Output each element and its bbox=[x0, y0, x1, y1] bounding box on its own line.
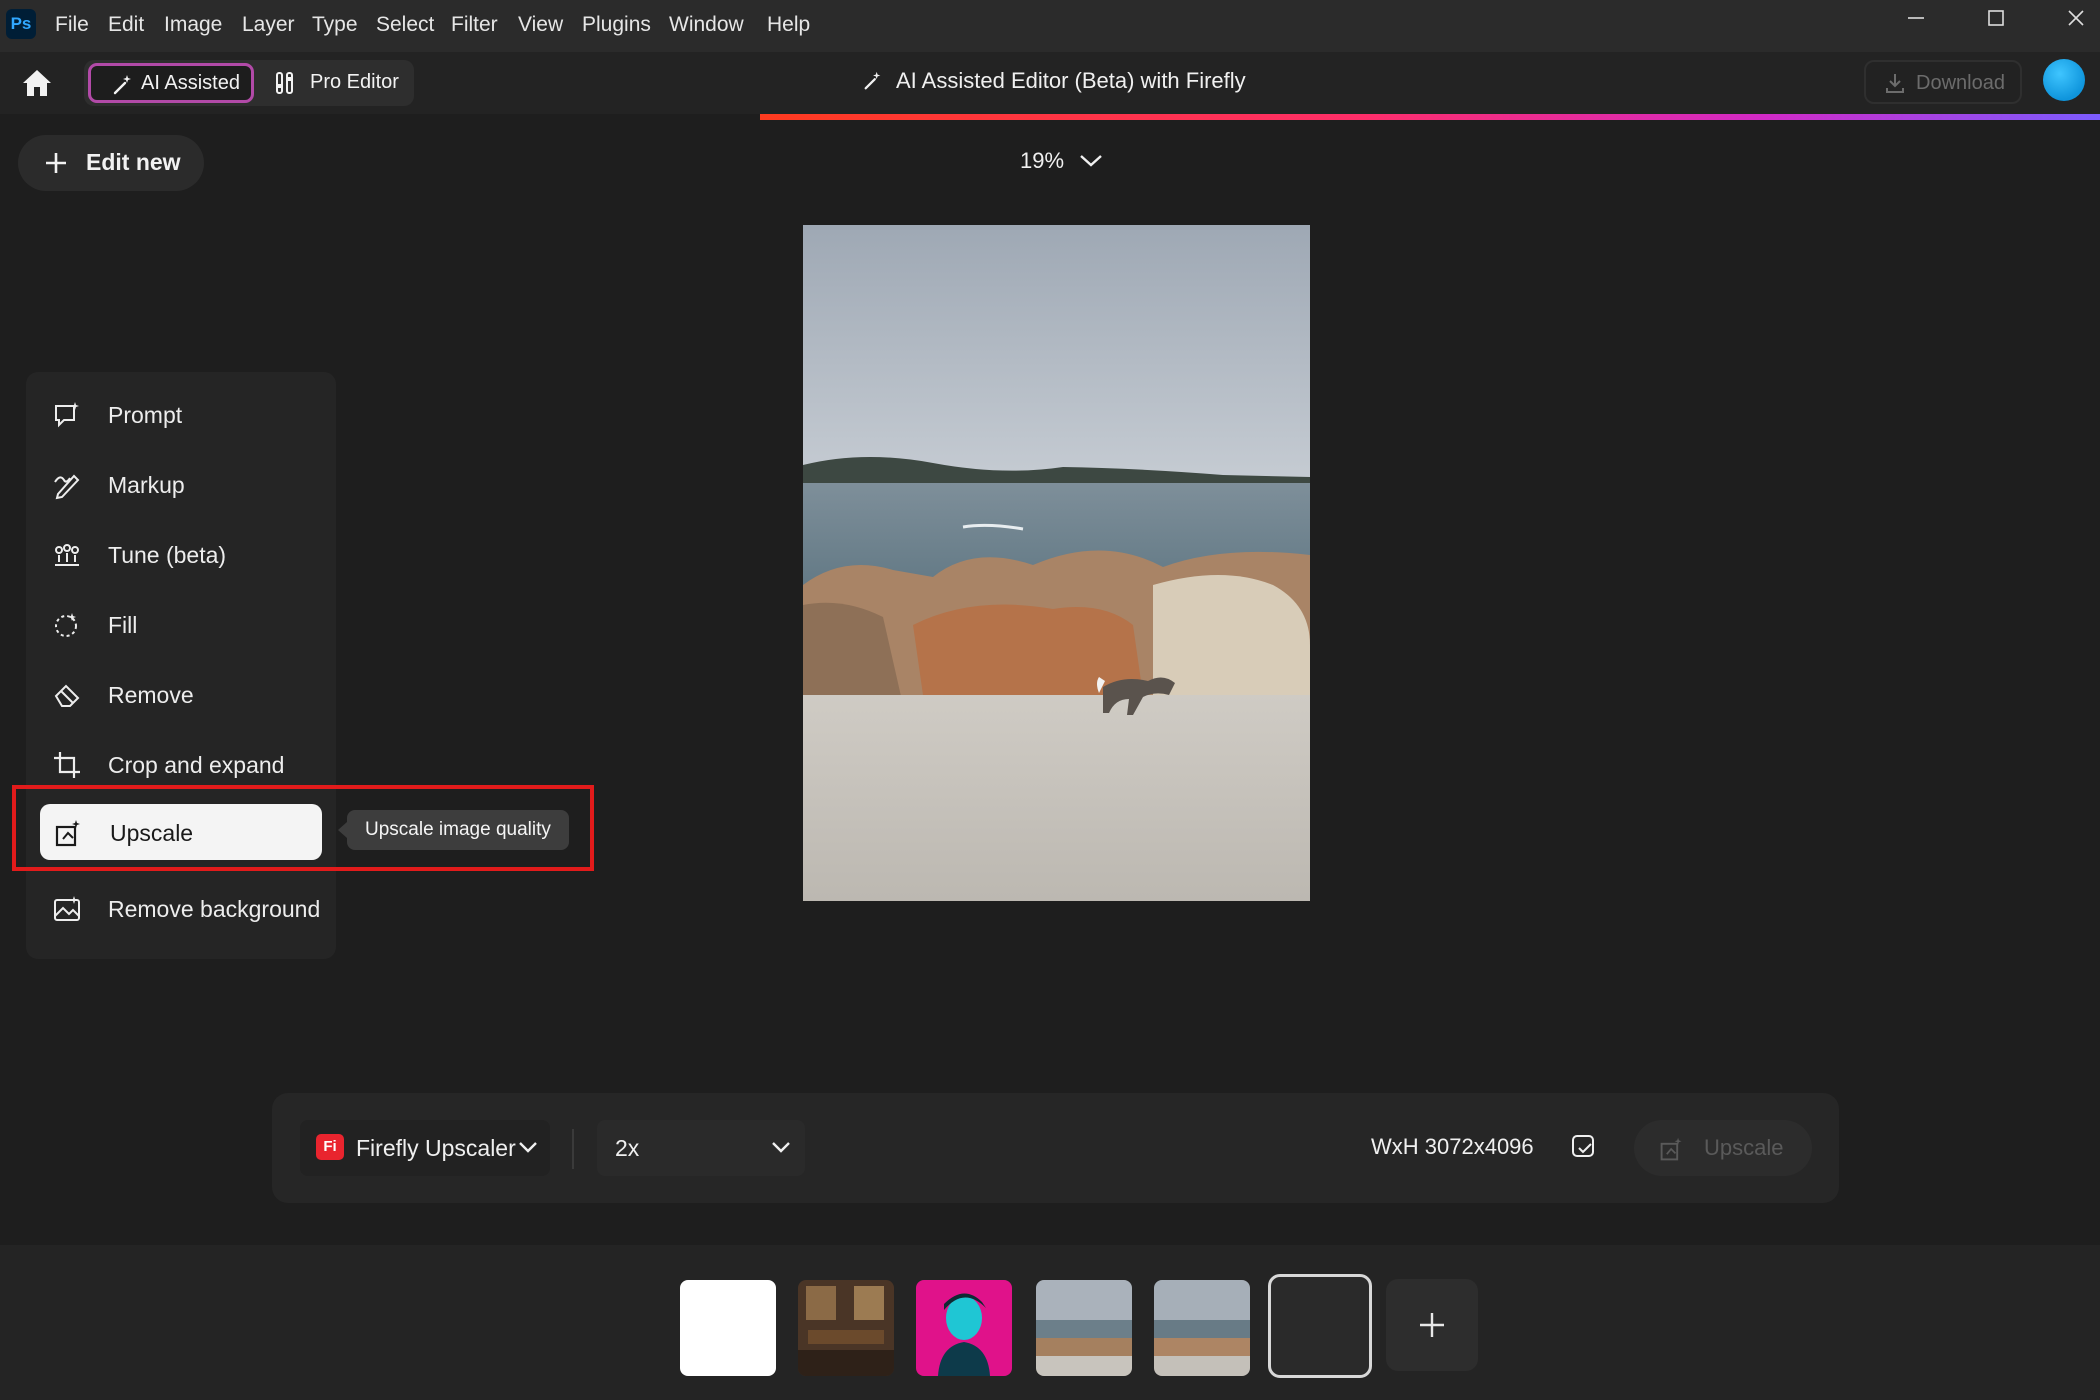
tool-remove-background-label: Remove background bbox=[108, 896, 321, 922]
menu-view[interactable]: View bbox=[518, 0, 563, 52]
plus-icon bbox=[1420, 1313, 1444, 1337]
tool-fill-label: Fill bbox=[108, 612, 138, 638]
tool-crop-expand[interactable]: Crop and expand bbox=[38, 736, 324, 792]
thumbnail-blank[interactable] bbox=[680, 1280, 776, 1376]
thumbnail-beach-1[interactable] bbox=[1036, 1280, 1132, 1376]
thumbnail-current[interactable] bbox=[1268, 1274, 1372, 1378]
download-button[interactable]: Download bbox=[1864, 60, 2022, 104]
menu-plugins[interactable]: Plugins bbox=[582, 0, 651, 52]
tool-tune-label: Tune (beta) bbox=[108, 542, 227, 568]
remove-icon bbox=[54, 684, 80, 707]
crop-icon bbox=[54, 752, 80, 778]
menu-edit[interactable]: Edit bbox=[108, 0, 144, 52]
tune-icon bbox=[55, 544, 79, 566]
pro-editor-label: Pro Editor bbox=[310, 71, 399, 93]
thumbnail-interior[interactable] bbox=[798, 1280, 894, 1376]
maximize-button[interactable] bbox=[1956, 0, 2036, 40]
beach-photo bbox=[1154, 1280, 1250, 1376]
menu-window[interactable]: Window bbox=[669, 0, 744, 52]
close-window-button[interactable] bbox=[2036, 0, 2100, 40]
model-dropdown[interactable]: Fi Firefly Upscaler bbox=[300, 1120, 550, 1176]
app-title: AI Assisted Editor (Beta) with Firefly bbox=[896, 68, 1246, 93]
canvas-image[interactable] bbox=[803, 225, 1310, 901]
menu-file[interactable]: File bbox=[55, 0, 89, 52]
pro-editor-mode-button[interactable]: Pro Editor bbox=[262, 63, 410, 103]
output-dimensions: WxH 3072x4096 bbox=[1371, 1134, 1534, 1159]
upscale-button[interactable]: Upscale bbox=[1634, 1120, 1812, 1176]
menu-bar: Ps File Edit Image Layer Type Select Fil… bbox=[0, 0, 2100, 52]
top-toolbar: AI Assisted Pro Editor AI Assisted Edito… bbox=[0, 52, 2100, 114]
tool-prompt-label: Prompt bbox=[108, 402, 183, 428]
menu-layer[interactable]: Layer bbox=[242, 0, 295, 52]
avatar[interactable] bbox=[2043, 59, 2085, 101]
menu-image[interactable]: Image bbox=[164, 0, 222, 52]
thumbnail-beach-2[interactable] bbox=[1154, 1280, 1250, 1376]
tool-prompt[interactable]: Prompt bbox=[38, 386, 324, 442]
progress-gradient-bar bbox=[760, 114, 2100, 120]
menu-type[interactable]: Type bbox=[312, 0, 358, 52]
upscale-tooltip: Upscale image quality bbox=[338, 810, 569, 850]
upscale-button-label: Upscale bbox=[1704, 1135, 1784, 1160]
interior-photo bbox=[798, 1280, 894, 1376]
home-icon bbox=[23, 70, 51, 96]
magic-wand-icon bbox=[113, 75, 131, 95]
chevron-down-icon bbox=[519, 1142, 537, 1153]
beach-cat-photo bbox=[803, 225, 1310, 901]
ai-assisted-label: AI Assisted bbox=[141, 72, 240, 94]
scale-dropdown[interactable]: 2x bbox=[597, 1120, 805, 1176]
filmstrip bbox=[0, 1245, 2100, 1400]
portrait-photo bbox=[916, 1280, 1012, 1376]
menu-filter[interactable]: Filter bbox=[451, 0, 498, 52]
remove-background-icon bbox=[54, 896, 80, 921]
maximize-icon bbox=[1988, 10, 2004, 26]
tool-markup[interactable]: Markup bbox=[38, 456, 324, 512]
chevron-down-icon bbox=[772, 1142, 790, 1153]
fill-icon bbox=[55, 613, 77, 637]
tool-tune[interactable]: Tune (beta) bbox=[38, 526, 324, 582]
minimize-button[interactable] bbox=[1876, 0, 1956, 40]
add-image-button[interactable] bbox=[1386, 1279, 1478, 1371]
upscale-icon bbox=[1660, 1137, 1682, 1161]
divider bbox=[572, 1129, 574, 1169]
menu-help[interactable]: Help bbox=[767, 0, 810, 52]
edit-new-label: Edit new bbox=[86, 149, 181, 175]
tool-remove-background[interactable]: Remove background bbox=[38, 880, 324, 936]
markup-icon bbox=[54, 474, 80, 500]
sliders-icon bbox=[276, 72, 293, 94]
scale-dropdown-value: 2x bbox=[615, 1135, 640, 1161]
plus-icon bbox=[46, 153, 66, 173]
download-label: Download bbox=[1916, 72, 2005, 94]
photoshop-logo: Ps bbox=[6, 9, 36, 39]
ai-assisted-mode-button[interactable]: AI Assisted bbox=[88, 63, 254, 103]
editor-mode-switch: AI Assisted Pro Editor bbox=[84, 60, 414, 106]
menu-select[interactable]: Select bbox=[376, 0, 434, 52]
tool-remove[interactable]: Remove bbox=[38, 666, 324, 722]
beach-photo bbox=[1036, 1280, 1132, 1376]
tool-markup-label: Markup bbox=[108, 472, 185, 498]
resize-info-icon[interactable] bbox=[1570, 1133, 1598, 1161]
firefly-logo: Fi bbox=[316, 1134, 344, 1160]
chevron-down-icon[interactable] bbox=[1078, 152, 1104, 170]
tool-remove-label: Remove bbox=[108, 682, 194, 708]
thumbnail-portrait[interactable] bbox=[916, 1280, 1012, 1376]
minimize-icon bbox=[1908, 17, 1924, 19]
zoom-level[interactable]: 19% bbox=[1020, 148, 1064, 174]
magic-wand-icon bbox=[864, 71, 881, 90]
tool-crop-expand-label: Crop and expand bbox=[108, 752, 285, 778]
home-button[interactable] bbox=[20, 67, 56, 101]
download-icon bbox=[1886, 74, 1904, 93]
prompt-icon bbox=[55, 402, 79, 428]
upscale-options-bar: Fi Firefly Upscaler 2x WxH 3072x4096 Ups… bbox=[272, 1093, 1839, 1203]
model-dropdown-value: Firefly Upscaler bbox=[356, 1135, 516, 1161]
close-icon bbox=[2068, 10, 2084, 26]
upscale-tooltip-text: Upscale image quality bbox=[365, 819, 551, 840]
edit-new-button[interactable]: Edit new bbox=[18, 135, 204, 191]
tool-fill[interactable]: Fill bbox=[38, 596, 324, 652]
